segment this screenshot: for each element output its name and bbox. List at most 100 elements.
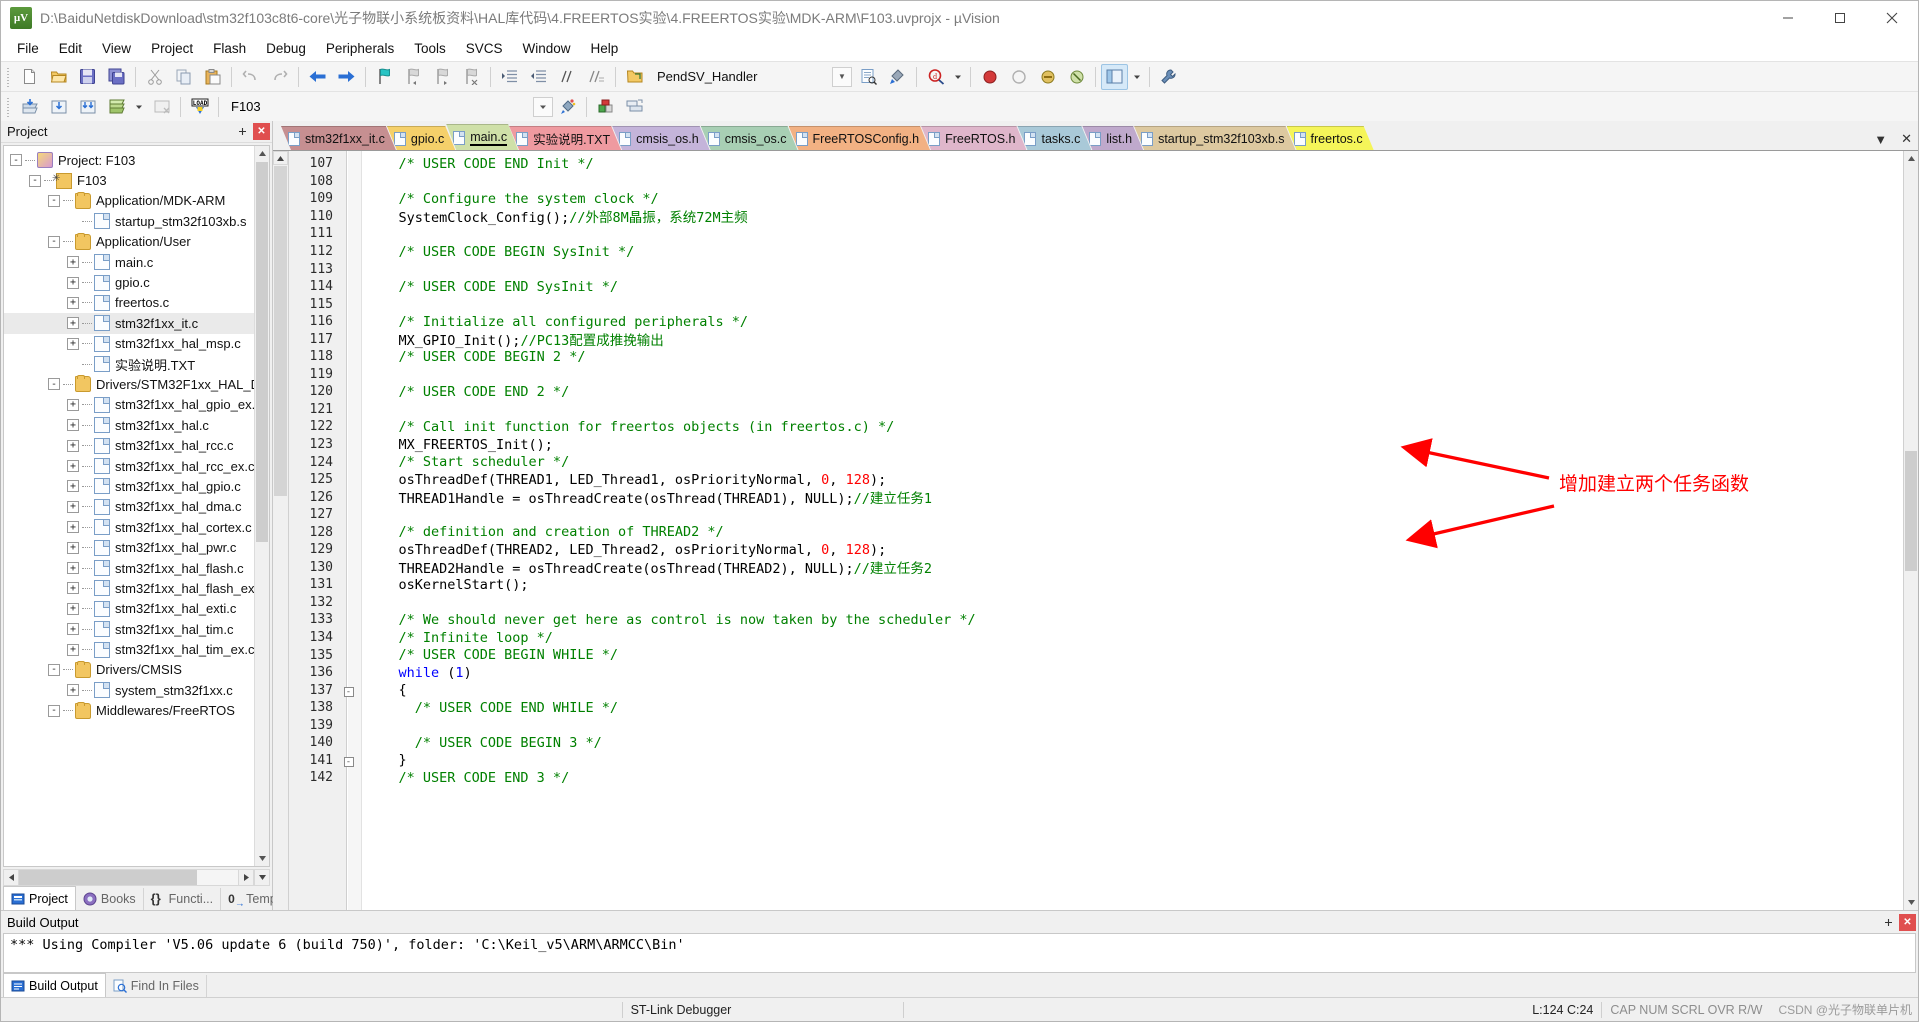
collapse-toggle-icon[interactable]: - [48, 235, 60, 248]
next-bookmark-icon[interactable] [429, 64, 456, 90]
menu-svcs[interactable]: SVCS [456, 38, 513, 59]
expand-toggle-icon[interactable]: + [67, 439, 79, 452]
code-line[interactable]: 132 [289, 594, 1903, 612]
save-icon[interactable] [74, 64, 101, 90]
scroll-right-icon[interactable] [238, 869, 254, 886]
expand-toggle-icon[interactable]: + [67, 541, 79, 554]
code-line[interactable]: 113 [289, 260, 1903, 278]
menu-view[interactable]: View [92, 38, 141, 59]
clear-bookmarks-icon[interactable] [458, 64, 485, 90]
cut-icon[interactable] [141, 64, 168, 90]
scroll-left-icon[interactable] [3, 869, 19, 886]
code-line[interactable]: 139 [289, 717, 1903, 735]
batch-build-icon[interactable] [103, 94, 130, 120]
copy-icon[interactable] [170, 64, 197, 90]
expand-toggle-icon[interactable]: + [67, 460, 79, 473]
tree-item[interactable]: + stm32f1xx_hal_tim_ex.c [4, 639, 254, 659]
code-line[interactable]: 130 THREAD2Handle = osThreadCreate(osThr… [289, 559, 1903, 578]
editor-vertical-scrollbar[interactable] [1903, 151, 1918, 910]
tree-item[interactable]: + gpio.c [4, 272, 254, 292]
code-line[interactable]: 114 /* USER CODE END SysInit */ [289, 278, 1903, 296]
editor-scroll-up-icon[interactable] [273, 151, 288, 165]
batch-build-dropdown-icon[interactable] [132, 94, 146, 120]
fold-toggle-icon[interactable]: - [341, 684, 356, 697]
maximize-button[interactable] [1814, 1, 1866, 35]
translate-file-icon[interactable] [16, 94, 43, 120]
target-chevron-down-icon[interactable] [533, 96, 553, 117]
editor-tab[interactable]: gpio.c [387, 126, 455, 150]
collapse-toggle-icon[interactable]: - [48, 704, 60, 717]
configure-tools-icon[interactable] [1155, 64, 1182, 90]
project-tree-horizontal-scrollbar[interactable] [3, 869, 270, 886]
previous-bookmark-icon[interactable] [400, 64, 427, 90]
editor-tab[interactable]: FreeRTOS.h [921, 126, 1026, 150]
expand-toggle-icon[interactable]: + [67, 419, 79, 432]
project-tree[interactable]: - Project: F103 - F103 - Application/MDK-ARM s… [4, 146, 254, 866]
menu-edit[interactable]: Edit [49, 38, 92, 59]
comment-lines-icon[interactable] [554, 64, 581, 90]
code-line[interactable]: 119 [289, 366, 1903, 384]
tree-item[interactable]: - Project: F103 [4, 150, 254, 170]
code-line[interactable]: 135 /* USER CODE BEGIN WHILE */ [289, 646, 1903, 664]
code-line[interactable]: 109 /* Configure the system clock */ [289, 190, 1903, 208]
scroll-up-icon[interactable] [255, 146, 269, 161]
stop-build-icon[interactable] [148, 94, 175, 120]
expand-toggle-icon[interactable]: + [67, 562, 79, 574]
collapse-toggle-icon[interactable]: - [48, 378, 60, 391]
tree-item[interactable]: + stm32f1xx_hal_flash.c [4, 558, 254, 578]
tree-item[interactable]: 实验说明.TXT [4, 354, 254, 374]
tab-books[interactable]: Books [76, 888, 144, 910]
scroll-expand-icon[interactable] [254, 869, 270, 886]
editor-tab[interactable]: startup_stm32f103xb.s [1134, 126, 1295, 150]
code-line[interactable]: 117 MX_GPIO_Init();//PC13配置成推挽输出 [289, 330, 1903, 350]
code-line[interactable]: 121 [289, 401, 1903, 419]
editor-tab[interactable]: tasks.c [1017, 126, 1091, 150]
target-combo[interactable]: F103 [223, 96, 533, 118]
tab-find-in-files[interactable]: Find In Files [106, 975, 207, 997]
configure-icon[interactable] [884, 64, 911, 90]
editor-tab[interactable]: freertos.c [1287, 126, 1374, 150]
expand-toggle-icon[interactable]: + [67, 276, 79, 289]
expand-toggle-icon[interactable]: + [67, 582, 79, 595]
paste-icon[interactable] [199, 64, 226, 90]
chevron-down-icon[interactable]: ▼ [832, 66, 852, 87]
editor-left-scroll-thumb[interactable] [274, 166, 287, 496]
open-file-icon[interactable] [45, 64, 72, 90]
editor-tab[interactable]: cmsis_os.h [612, 126, 710, 150]
tree-item[interactable]: - Drivers/STM32F1xx_HAL_Drive [4, 374, 254, 394]
editor-tab[interactable]: FreeRTOSConfig.h [789, 126, 931, 150]
uncomment-lines-icon[interactable] [583, 64, 610, 90]
editor-tab[interactable]: stm32f1xx_it.c [281, 126, 396, 150]
close-button[interactable] [1866, 1, 1918, 35]
menu-file[interactable]: File [7, 38, 49, 59]
code-line[interactable]: 138 /* USER CODE END WHILE */ [289, 699, 1903, 717]
collapse-toggle-icon[interactable]: - [29, 174, 41, 187]
editor-tab-bar[interactable]: stm32f1xx_it.c gpio.c main.c 实验说明.TXT cmsis_… [273, 121, 1918, 150]
tree-item[interactable]: + stm32f1xx_hal_flash_ex.c [4, 578, 254, 598]
editor-tab[interactable]: list.h [1082, 126, 1143, 150]
collapse-toggle-icon[interactable]: - [48, 194, 60, 207]
undo-icon[interactable] [237, 64, 264, 90]
menu-debug[interactable]: Debug [256, 38, 316, 59]
editor-tab[interactable]: cmsis_os.c [701, 126, 798, 150]
goto-definition-icon[interactable] [621, 64, 648, 90]
editor-vscroll-up-icon[interactable] [1904, 151, 1918, 166]
tree-item[interactable]: + system_stm32f1xx.c [4, 680, 254, 700]
tree-item[interactable]: + stm32f1xx_hal_gpio.c [4, 476, 254, 496]
disable-breakpoint-icon[interactable] [1034, 64, 1061, 90]
tree-item[interactable]: - Application/MDK-ARM [4, 191, 254, 211]
editor-tab[interactable]: 实验说明.TXT [509, 126, 621, 150]
code-editor[interactable]: 107 /* USER CODE END Init */108 109 /* Co… [273, 150, 1918, 910]
indent-left-icon[interactable] [525, 64, 552, 90]
insert-bookmark-icon[interactable] [371, 64, 398, 90]
expand-toggle-icon[interactable]: + [67, 500, 79, 513]
tree-item[interactable]: - Drivers/CMSIS [4, 660, 254, 680]
code-line[interactable]: 141- } [289, 752, 1903, 770]
tree-item[interactable]: + stm32f1xx_hal_rcc.c [4, 435, 254, 455]
expand-toggle-icon[interactable]: + [67, 398, 79, 411]
code-line[interactable]: 107 /* USER CODE END Init */ [289, 155, 1903, 173]
tree-item[interactable]: - Application/User [4, 232, 254, 252]
expand-toggle-icon[interactable]: + [67, 480, 79, 493]
build-toolbar-grip[interactable] [5, 95, 12, 118]
editor-tab-close-icon[interactable]: ✕ [1897, 131, 1916, 147]
